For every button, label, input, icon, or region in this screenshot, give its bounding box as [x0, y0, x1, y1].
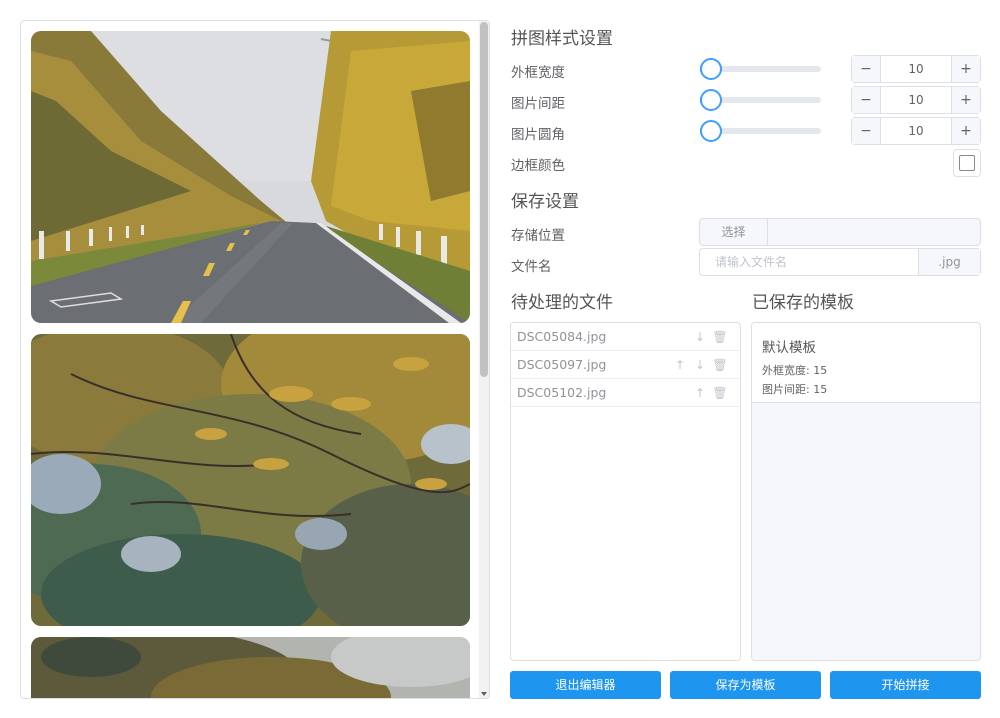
list-item[interactable]: DSC05084.jpg ↑ ↓ 🗑 — [511, 323, 740, 351]
collage-preview[interactable] — [20, 20, 490, 699]
save-as-template-button[interactable]: 保存为模板 — [670, 671, 821, 699]
decrease-button[interactable]: − — [852, 118, 881, 144]
filename-field[interactable]: .jpg — [699, 248, 981, 276]
preview-image-branches — [31, 637, 470, 698]
frame-width-slider[interactable] — [700, 58, 821, 80]
border-color-picker[interactable] — [953, 149, 981, 177]
list-item[interactable]: DSC05097.jpg ↑ ↓ 🗑 — [511, 351, 740, 379]
template-detail: 图片间距: 15 — [762, 383, 828, 396]
save-settings-title: 保存设置 — [511, 192, 579, 212]
image-spacing-slider[interactable] — [700, 89, 821, 111]
filename-input[interactable] — [700, 249, 918, 275]
image-radius-value[interactable]: 10 — [881, 118, 951, 144]
style-settings-title: 拼图样式设置 — [511, 29, 613, 49]
image-spacing-value[interactable]: 10 — [881, 87, 951, 113]
arrow-down-icon[interactable]: ↓ — [690, 330, 710, 344]
slider-knob[interactable] — [700, 120, 723, 142]
color-swatch — [959, 155, 975, 171]
pending-files-title: 待处理的文件 — [511, 293, 613, 313]
file-name: DSC05097.jpg — [517, 357, 607, 372]
saved-templates-title: 已保存的模板 — [752, 293, 854, 313]
image-radius-label: 图片圆角 — [511, 127, 565, 143]
image-spacing-stepper[interactable]: − 10 + — [851, 86, 981, 114]
image-spacing-label: 图片间距 — [511, 96, 565, 112]
filename-label: 文件名 — [511, 259, 552, 275]
storage-location-field[interactable]: 选择 — [699, 218, 981, 246]
frame-width-value[interactable]: 10 — [881, 56, 951, 82]
increase-button[interactable]: + — [951, 56, 980, 82]
list-item[interactable]: DSC05102.jpg ↓ ↑ 🗑 — [511, 379, 740, 407]
storage-path-display — [768, 219, 980, 245]
increase-button[interactable]: + — [951, 87, 980, 113]
arrow-up-icon[interactable]: ↑ — [670, 358, 690, 372]
exit-editor-button[interactable]: 退出编辑器 — [510, 671, 661, 699]
template-detail: 外框宽度: 15 — [762, 364, 828, 377]
frame-width-label: 外框宽度 — [511, 65, 565, 81]
preview-scrollbar[interactable] — [479, 21, 489, 698]
border-color-label: 边框颜色 — [511, 158, 565, 174]
pending-file-list[interactable]: DSC05084.jpg ↑ ↓ 🗑 DSC05097.jpg ↑ ↓ 🗑 DS… — [510, 322, 741, 661]
choose-folder-button[interactable]: 选择 — [700, 219, 768, 245]
arrow-up-icon[interactable]: ↑ — [690, 386, 710, 400]
trash-icon[interactable]: 🗑 — [710, 386, 730, 400]
template-card[interactable]: 默认模板 外框宽度: 15 图片间距: 15 — [752, 323, 980, 403]
file-name: DSC05102.jpg — [517, 385, 607, 400]
scroll-down-icon[interactable] — [481, 692, 487, 696]
file-extension: .jpg — [918, 249, 980, 275]
start-stitch-button[interactable]: 开始拼接 — [830, 671, 981, 699]
decrease-button[interactable]: − — [852, 87, 881, 113]
arrow-down-icon[interactable]: ↓ — [690, 358, 710, 372]
trash-icon[interactable]: 🗑 — [710, 330, 730, 344]
trash-icon[interactable]: 🗑 — [710, 358, 730, 372]
scrollbar-thumb[interactable] — [480, 22, 488, 377]
decrease-button[interactable]: − — [852, 56, 881, 82]
frame-width-stepper[interactable]: − 10 + — [851, 55, 981, 83]
saved-template-list[interactable]: 默认模板 外框宽度: 15 图片间距: 15 — [751, 322, 981, 661]
preview-image-leaves — [31, 334, 470, 626]
storage-location-label: 存储位置 — [511, 228, 565, 244]
file-name: DSC05084.jpg — [517, 329, 607, 344]
image-radius-slider[interactable] — [700, 120, 821, 142]
template-name: 默认模板 — [762, 340, 816, 356]
preview-image-road — [31, 31, 470, 323]
slider-knob[interactable] — [700, 89, 723, 111]
image-radius-stepper[interactable]: − 10 + — [851, 117, 981, 145]
increase-button[interactable]: + — [951, 118, 980, 144]
slider-knob[interactable] — [700, 58, 723, 80]
